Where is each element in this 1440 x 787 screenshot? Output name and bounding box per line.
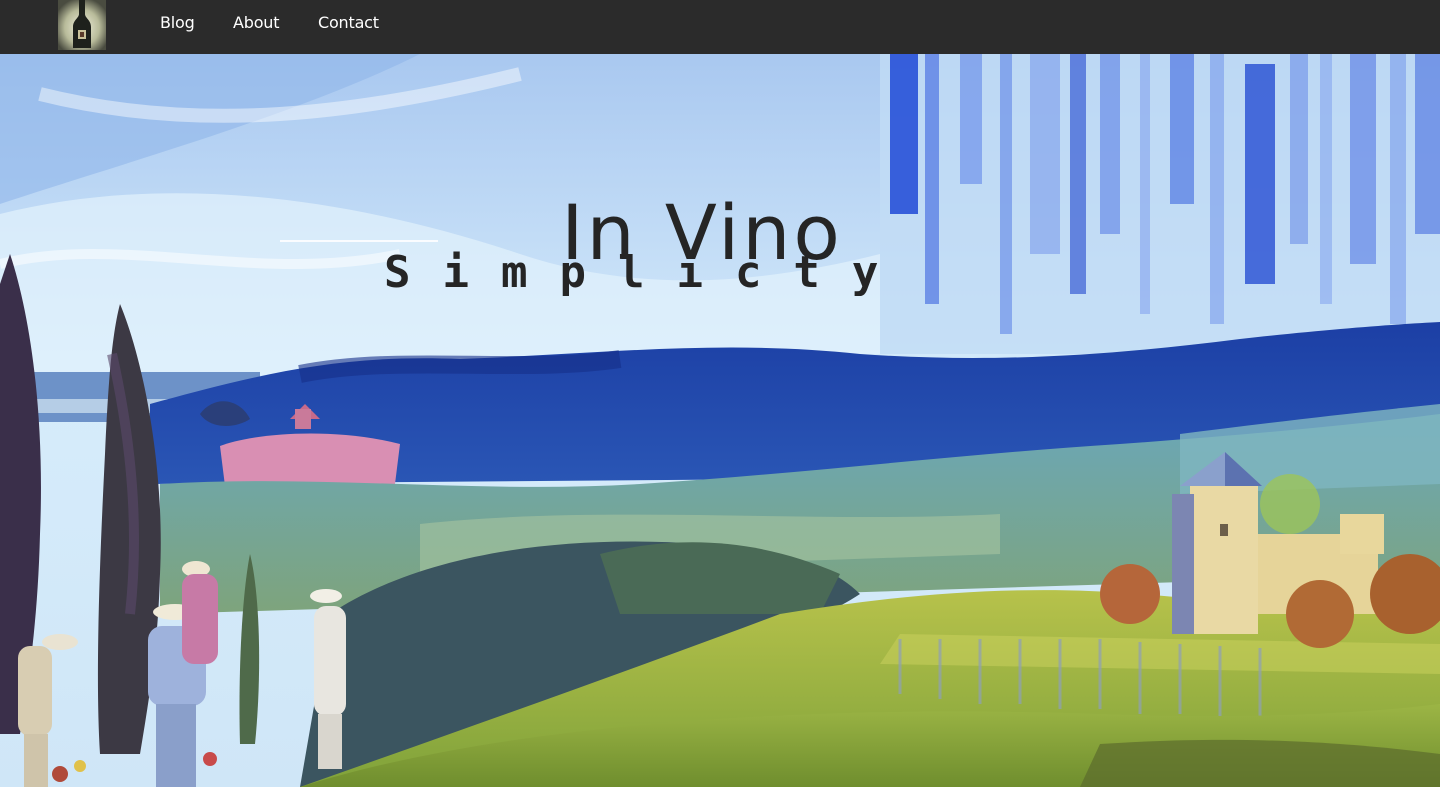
- title-divider: [280, 240, 438, 242]
- nav-link-contact[interactable]: Contact: [318, 12, 379, 34]
- top-navbar: Blog About Contact: [0, 0, 1440, 54]
- hero-subtitle: Simplicty: [384, 247, 911, 298]
- hero-painting: [0, 54, 1440, 787]
- nav-link-about[interactable]: About: [233, 12, 280, 34]
- hero-section: In Vino Simplicty: [0, 54, 1440, 787]
- wine-bottle-logo[interactable]: [58, 0, 106, 50]
- nav-link-blog[interactable]: Blog: [160, 12, 195, 34]
